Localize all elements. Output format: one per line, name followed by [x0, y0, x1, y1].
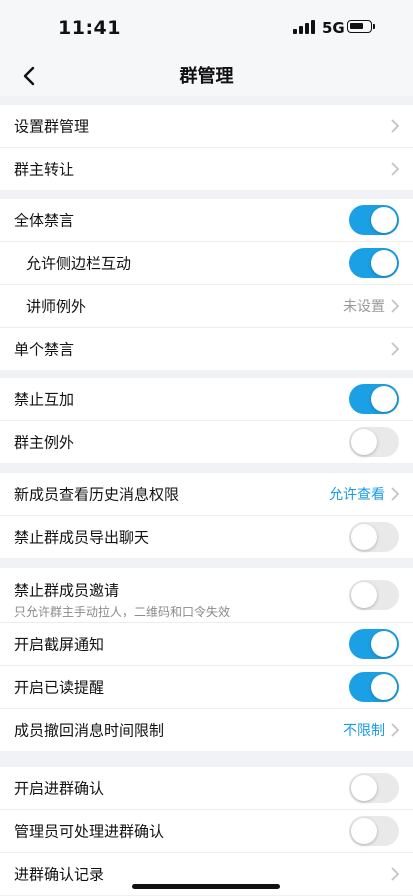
chevron-right-icon [391, 867, 400, 881]
no-invite-toggle[interactable] [349, 580, 399, 610]
row-label: 禁止互加 [14, 390, 75, 409]
chevron-right-icon [391, 487, 400, 501]
row-screenshot-notify: 开启截屏通知 [0, 623, 413, 666]
row-label: 允许侧边栏互动 [26, 254, 132, 273]
row-label: 开启截屏通知 [14, 635, 105, 654]
network-label: 5G [322, 19, 345, 37]
row-label: 群主转让 [14, 160, 75, 179]
screenshot-notify-toggle[interactable] [349, 629, 399, 659]
row-mute-all: 全体禁言 [0, 199, 413, 242]
status-time: 11:41 [58, 17, 121, 39]
row-join-confirm: 开启进群确认 [0, 767, 413, 810]
chevron-right-icon [391, 119, 400, 133]
chevron-right-icon [391, 723, 400, 737]
row-history-permission[interactable]: 新成员查看历史消息权限 允许查看 [0, 473, 413, 516]
row-no-invite: 禁止群成员邀请 只允许群主手动拉人，二维码和口令失效 [0, 568, 413, 623]
row-recall-limit[interactable]: 成员撤回消息时间限制 不限制 [0, 709, 413, 751]
row-label: 成员撤回消息时间限制 [14, 721, 165, 740]
row-label: 群主例外 [14, 433, 75, 452]
signal-icon [293, 20, 315, 34]
read-reminder-toggle[interactable] [349, 672, 399, 702]
row-label: 设置群管理 [14, 117, 90, 136]
row-set-admin[interactable]: 设置群管理 [0, 105, 413, 148]
chevron-right-icon [391, 299, 400, 313]
row-single-mute[interactable]: 单个禁言 [0, 328, 413, 370]
allow-sidebar-toggle[interactable] [349, 248, 399, 278]
row-label: 全体禁言 [14, 211, 75, 230]
row-no-export: 禁止群成员导出聊天 [0, 516, 413, 558]
row-owner-exception: 群主例外 [0, 421, 413, 463]
owner-exception-toggle[interactable] [349, 427, 399, 457]
row-label: 新成员查看历史消息权限 [14, 485, 180, 504]
row-value: 不限制 [343, 723, 385, 739]
row-lecturer-exception[interactable]: 讲师例外 未设置 [0, 285, 413, 328]
chevron-right-icon [391, 342, 400, 356]
settings-group-history: 新成员查看历史消息权限 允许查看 禁止群成员导出聊天 [0, 473, 413, 558]
nav-bar: 群管理 [0, 56, 413, 96]
row-allow-sidebar: 允许侧边栏互动 [0, 242, 413, 285]
settings-group-notify: 禁止群成员邀请 只允许群主手动拉人，二维码和口令失效 开启截屏通知 开启已读提醒… [0, 568, 413, 751]
battery-cap [373, 24, 375, 29]
row-transfer-owner[interactable]: 群主转让 [0, 148, 413, 190]
page-title: 群管理 [179, 66, 234, 87]
row-subtitle: 只允许群主手动拉人，二维码和口令失效 [14, 605, 231, 619]
row-label: 禁止群成员导出聊天 [14, 528, 150, 547]
no-mutual-add-toggle[interactable] [349, 384, 399, 414]
settings-group-join: 开启进群确认 管理员可处理进群确认 进群确认记录 [0, 767, 413, 895]
row-label: 开启已读提醒 [14, 678, 105, 697]
row-label: 禁止群成员邀请 [14, 581, 120, 600]
row-read-reminder: 开启已读提醒 [0, 666, 413, 709]
row-admin-handle-join: 管理员可处理进群确认 [0, 810, 413, 853]
join-confirm-toggle[interactable] [349, 773, 399, 803]
row-label: 管理员可处理进群确认 [14, 822, 165, 841]
row-value: 允许查看 [329, 487, 385, 503]
settings-group-admin: 设置群管理 群主转让 [0, 105, 413, 190]
admin-handle-join-toggle[interactable] [349, 816, 399, 846]
no-export-toggle[interactable] [349, 522, 399, 552]
settings-group-mute: 全体禁言 允许侧边栏互动 讲师例外 未设置 单个禁言 [0, 199, 413, 370]
row-no-mutual-add: 禁止互加 [0, 378, 413, 421]
settings-group-add: 禁止互加 群主例外 [0, 378, 413, 463]
row-label: 单个禁言 [14, 340, 75, 359]
row-label: 开启进群确认 [14, 779, 105, 798]
chevron-right-icon [391, 162, 400, 176]
home-indicator[interactable] [132, 884, 280, 889]
status-bar: 11:41 5G [0, 0, 413, 56]
row-label: 讲师例外 [26, 297, 87, 316]
mute-all-toggle[interactable] [349, 205, 399, 235]
row-label: 进群确认记录 [14, 865, 105, 884]
row-value: 未设置 [343, 299, 385, 315]
battery-icon [347, 20, 372, 33]
